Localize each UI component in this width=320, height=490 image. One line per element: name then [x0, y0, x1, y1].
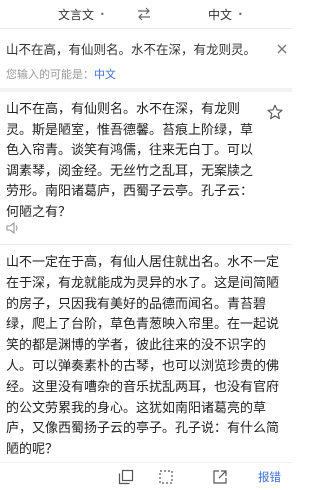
target-language-selector[interactable]: 中文 •: [208, 6, 243, 23]
chevron-down-icon: •: [238, 10, 243, 19]
select-text-icon[interactable]: [158, 469, 174, 485]
swap-arrows-icon[interactable]: [137, 7, 151, 21]
star-outline-icon[interactable]: [267, 104, 283, 120]
speaker-icon[interactable]: [6, 222, 20, 234]
source-input-row[interactable]: 山不在高，有仙则名。水不在深，有龙则灵。: [0, 34, 292, 62]
suggestion-label: 您输入的可能是：: [6, 68, 94, 81]
source-language-label: 文言文: [58, 8, 95, 22]
suggestion-value-link[interactable]: 中文: [94, 68, 116, 81]
translator-screen: 文言文 • 中文 • 山不在高，有仙则名。水不在深，有龙则灵。 您输入的可能是：…: [0, 0, 292, 490]
source-text: 山不在高，有仙则名。水不在深，有龙则灵。斯是陋室，惟吾德馨。苔痕上阶绿，草色入帘…: [6, 102, 254, 220]
chevron-down-icon: •: [100, 10, 105, 19]
report-error-button[interactable]: 报错: [258, 469, 281, 485]
copy-icon[interactable]: [118, 469, 134, 485]
source-input[interactable]: 山不在高，有仙则名。水不在深，有龙则灵。: [6, 39, 268, 58]
language-bar: 文言文 • 中文 •: [0, 0, 292, 29]
target-language-label: 中文: [208, 8, 233, 22]
source-language-selector[interactable]: 文言文 •: [58, 6, 105, 23]
close-icon[interactable]: [277, 44, 287, 54]
section-divider: [0, 88, 292, 92]
translation-divider: [0, 244, 292, 245]
share-icon[interactable]: [212, 469, 228, 485]
bottom-toolbar: 报错: [0, 462, 292, 490]
translation-text: 山不一定在于高，有仙人居住就出名。水不一定在于深，有龙就能成为灵异的水了。这是间…: [6, 255, 280, 458]
language-suggestion: 您输入的可能是：中文: [6, 66, 116, 82]
